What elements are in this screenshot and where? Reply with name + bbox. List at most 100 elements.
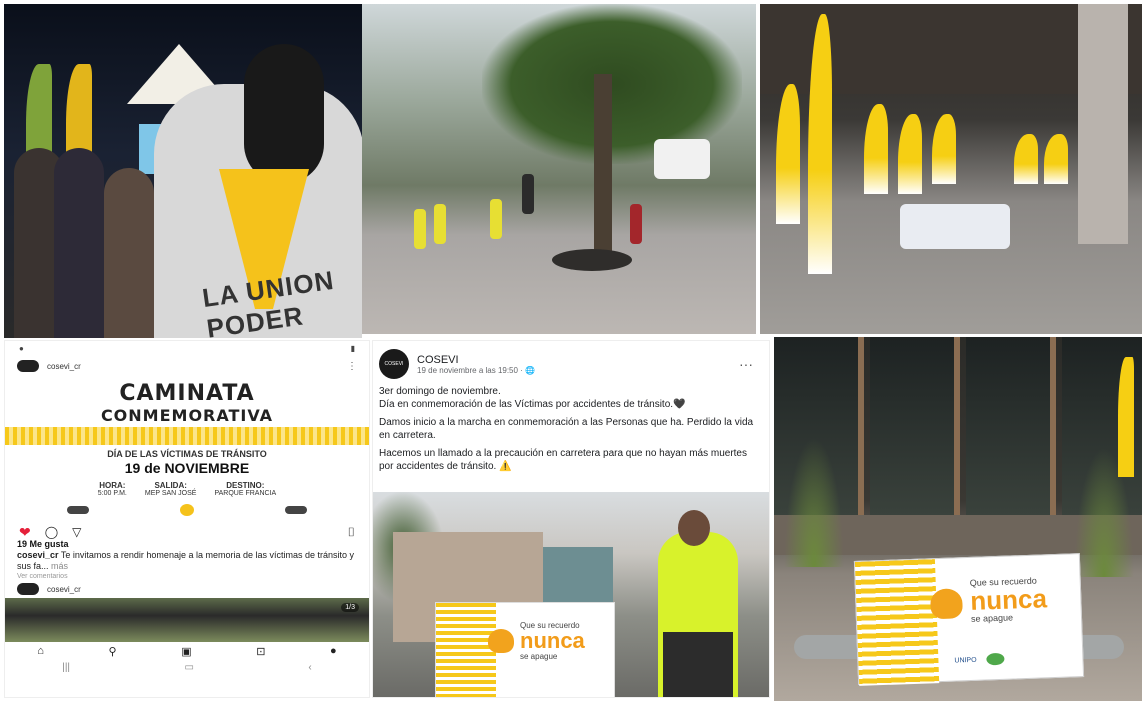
battery-icon: ▮ bbox=[350, 343, 355, 353]
caption-username[interactable]: cosevi_cr bbox=[17, 550, 59, 560]
feather-banner bbox=[898, 114, 922, 194]
system-nav-bar: ||| ▭ ‹ bbox=[5, 660, 369, 674]
like-heart-icon[interactable]: ❤ bbox=[19, 524, 31, 541]
avatar[interactable] bbox=[17, 360, 39, 372]
heart-icon bbox=[929, 588, 963, 620]
banner-stripes bbox=[854, 559, 940, 686]
post-line: 3er domingo de noviembre. bbox=[379, 386, 501, 397]
window-pane bbox=[966, 337, 1056, 517]
street-walk-photo bbox=[362, 4, 756, 334]
next-post-image[interactable]: 1/3 bbox=[5, 598, 369, 642]
banner-slogan: Que su recuerdo nunca se apague bbox=[520, 621, 585, 661]
post-text: 3er domingo de noviembre. Día en conmemo… bbox=[373, 385, 769, 473]
photo-collage: LA UNION PODER ● ▮ cosevi_cr ⋮ CAMINATA … bbox=[0, 0, 1142, 701]
back-icon[interactable]: ‹ bbox=[308, 662, 311, 673]
feather-banner bbox=[864, 104, 888, 194]
home-button-icon[interactable]: ▭ bbox=[185, 662, 194, 673]
sponsor-logo bbox=[986, 652, 1005, 666]
home-icon[interactable]: ⌂ bbox=[37, 645, 44, 657]
info-label: HORA: bbox=[99, 481, 126, 490]
post-actions: ❤ ◯ ▽ ⌷ bbox=[5, 521, 369, 541]
sponsor-logo bbox=[66, 505, 89, 515]
person-head bbox=[244, 44, 324, 184]
night-event-photo: LA UNION PODER bbox=[4, 4, 362, 338]
walker bbox=[522, 174, 534, 214]
banner-stripes bbox=[436, 603, 496, 697]
post-paragraph: Hacemos un llamado a la precaución en ca… bbox=[379, 448, 747, 472]
reels-icon[interactable]: ▣ bbox=[181, 645, 191, 658]
more-horizontal-icon[interactable]: ··· bbox=[739, 356, 763, 372]
memorial-banner: Que su recuerdo nunca se apague UNIPO bbox=[853, 553, 1085, 686]
caption-more-link[interactable]: más bbox=[51, 561, 68, 571]
next-post-header: cosevi_cr bbox=[5, 580, 369, 598]
bookmark-icon[interactable]: ⌷ bbox=[348, 525, 355, 540]
recent-apps-icon[interactable]: ||| bbox=[62, 662, 70, 673]
man-head bbox=[678, 510, 710, 546]
banner-slogan: Que su recuerdo nunca se apague bbox=[970, 575, 1048, 624]
post-photo[interactable]: Que su recuerdo nunca se apague bbox=[373, 492, 769, 697]
heart-icon bbox=[488, 629, 514, 653]
walker bbox=[414, 209, 426, 249]
building-pillar bbox=[1078, 4, 1128, 244]
instagram-post-screenshot: ● ▮ cosevi_cr ⋮ CAMINATA CONMEMORATIVA D… bbox=[4, 340, 370, 698]
crowd-person bbox=[54, 148, 104, 338]
comment-icon[interactable]: ◯ bbox=[45, 525, 58, 539]
crowd-person bbox=[104, 168, 154, 338]
poster-occasion: DÍA DE LAS VÍCTIMAS DE TRÁNSITO bbox=[107, 449, 267, 459]
info-value: 5:00 P.M. bbox=[97, 490, 127, 497]
post-header: cosevi_cr ⋮ bbox=[5, 355, 369, 377]
avatar[interactable] bbox=[17, 583, 39, 595]
username[interactable]: cosevi_cr bbox=[47, 362, 81, 371]
page-name[interactable]: COSEVI bbox=[417, 354, 535, 366]
slogan-highlight: nunca bbox=[520, 628, 585, 653]
search-icon[interactable]: ⚲ bbox=[109, 645, 117, 658]
info-table bbox=[900, 204, 1010, 249]
bottom-nav: ⌂ ⚲ ▣ ⊡ ● bbox=[5, 642, 369, 660]
white-car bbox=[654, 139, 710, 179]
poster-subtitle: CONMEMORATIVA bbox=[100, 406, 274, 425]
walker bbox=[434, 204, 446, 244]
feather-banner bbox=[1014, 134, 1038, 184]
yellow-flag bbox=[1118, 357, 1134, 477]
profile-icon[interactable]: ● bbox=[330, 645, 337, 657]
event-poster: CAMINATA CONMEMORATIVA DÍA DE LAS VÍCTIM… bbox=[5, 381, 369, 521]
status-bar: ● ▮ bbox=[5, 341, 369, 355]
tree-planter bbox=[552, 249, 632, 271]
info-value: MEP SAN JOSÉ bbox=[144, 490, 197, 497]
poster-info-hora: HORA: 5:00 P.M. bbox=[98, 481, 127, 497]
info-label: DESTINO: bbox=[226, 481, 265, 490]
poster-info-salida: SALIDA: MEP SAN JOSÉ bbox=[145, 481, 197, 497]
post-timestamp[interactable]: 19 de noviembre a las 19:50 · 🌐 bbox=[417, 366, 535, 375]
building-stand-photo bbox=[760, 4, 1142, 334]
feather-banner bbox=[932, 114, 956, 184]
walker bbox=[630, 204, 642, 244]
walker bbox=[490, 199, 502, 239]
post-line: Día en conmemoración de las Víctimas por… bbox=[379, 399, 686, 410]
view-comments-link[interactable]: Ver comentarios bbox=[5, 573, 369, 580]
heart-logo bbox=[179, 504, 194, 516]
carousel-counter: 1/3 bbox=[341, 603, 359, 612]
post-caption: cosevi_cr Te invitamos a rendir homenaje… bbox=[5, 549, 369, 573]
likes-count[interactable]: 19 Me gusta bbox=[5, 539, 369, 549]
username[interactable]: cosevi_cr bbox=[47, 585, 81, 594]
info-label: SALIDA: bbox=[154, 481, 187, 490]
sponsor-logo bbox=[285, 505, 308, 515]
poster-logos bbox=[5, 504, 369, 516]
clock-icon: ● bbox=[19, 343, 24, 353]
memorial-banner: Que su recuerdo nunca se apague bbox=[435, 602, 615, 697]
facebook-post-screenshot: COSEVI COSEVI 19 de noviembre a las 19:5… bbox=[372, 340, 770, 698]
banner-logos: UNIPO bbox=[954, 652, 1005, 667]
sponsor-logo-text: UNIPO bbox=[954, 656, 977, 665]
shop-icon[interactable]: ⊡ bbox=[256, 645, 265, 658]
memorial-banner-photo: Que su recuerdo nunca se apague UNIPO bbox=[774, 337, 1142, 701]
poster-stripe bbox=[5, 427, 369, 445]
slogan-line: se apague bbox=[970, 612, 1014, 624]
share-icon[interactable]: ▽ bbox=[72, 525, 81, 539]
window-pane bbox=[870, 337, 960, 517]
feather-banner bbox=[776, 84, 800, 224]
tree-trunk bbox=[594, 74, 612, 254]
plant bbox=[784, 437, 844, 567]
poster-title: CAMINATA bbox=[119, 381, 255, 406]
more-vertical-icon[interactable]: ⋮ bbox=[347, 361, 357, 372]
avatar[interactable]: COSEVI bbox=[379, 349, 409, 379]
